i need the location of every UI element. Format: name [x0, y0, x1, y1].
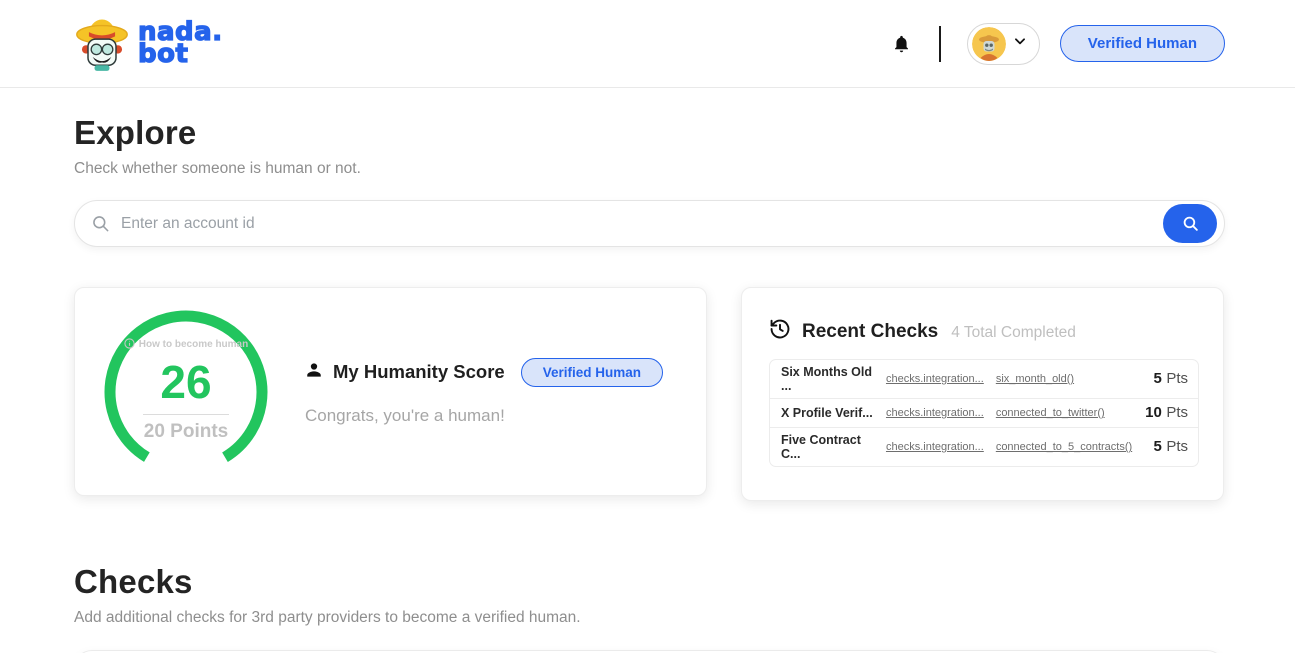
check-name: X Profile Verif... [770, 399, 880, 428]
explore-section: Explore Check whether someone is human o… [0, 114, 1295, 501]
verified-human-badge[interactable]: Verified Human [1060, 25, 1225, 62]
table-row: Five Contract C... checks.integration...… [770, 428, 1198, 466]
chevron-down-icon [1013, 34, 1027, 53]
checks-subtitle: Add additional checks for 3rd party prov… [74, 609, 1225, 627]
humanity-score-card: How to become human 26 20 Points My Huma… [74, 287, 707, 496]
score-divider [143, 414, 229, 415]
explore-subtitle: Check whether someone is human or not. [74, 160, 1225, 178]
sombrero-robot-icon [74, 11, 130, 76]
explore-title: Explore [74, 114, 1225, 152]
table-row: Six Months Old ... checks.integration...… [770, 360, 1198, 399]
score-ring: How to become human 26 20 Points [101, 307, 271, 477]
person-icon [305, 361, 323, 384]
recent-checks-total: 4 Total Completed [951, 324, 1076, 342]
check-points: 10 Pts [1138, 399, 1198, 428]
recent-checks-card: Recent Checks 4 Total Completed Six Mont… [741, 287, 1224, 501]
score-card-title: My Humanity Score [333, 361, 505, 383]
recent-checks-table: Six Months Old ... checks.integration...… [769, 359, 1199, 467]
avatar [972, 27, 1006, 61]
nadabot-logo[interactable]: nada. bot [74, 11, 223, 76]
check-points: 5 Pts [1138, 428, 1198, 466]
recent-checks-title: Recent Checks [802, 321, 938, 343]
check-function-link[interactable]: connected_to_5_contracts() [996, 441, 1132, 453]
account-id-input[interactable] [74, 200, 1225, 247]
checks-section: Checks Add additional checks for 3rd par… [0, 563, 1295, 653]
header-divider [939, 26, 941, 62]
how-to-become-human-link[interactable]: How to become human [124, 338, 248, 352]
logo-wordmark: nada. bot [138, 22, 223, 65]
check-function-link[interactable]: connected_to_twitter() [996, 407, 1105, 419]
info-icon [124, 338, 135, 352]
check-module-link[interactable]: checks.integration... [886, 407, 984, 419]
history-icon [769, 318, 791, 345]
check-name: Five Contract C... [770, 428, 880, 466]
table-row: X Profile Verif... checks.integration...… [770, 399, 1198, 428]
search-submit-button[interactable] [1163, 204, 1217, 243]
score-points-label: 20 Points [144, 421, 228, 443]
account-menu[interactable] [967, 23, 1040, 65]
verified-human-badge-small[interactable]: Verified Human [521, 358, 663, 387]
check-module-link[interactable]: checks.integration... [886, 373, 984, 385]
notifications-bell-icon[interactable] [888, 29, 915, 59]
search-icon [91, 214, 110, 233]
check-function-link[interactable]: six_month_old() [996, 373, 1074, 385]
account-search [74, 200, 1225, 247]
app-header: nada. bot [0, 0, 1295, 88]
checks-title: Checks [74, 563, 1225, 601]
check-points: 5 Pts [1138, 360, 1198, 399]
check-name: Six Months Old ... [770, 360, 880, 399]
check-module-link[interactable]: checks.integration... [886, 441, 984, 453]
score-message: Congrats, you're a human! [305, 406, 663, 426]
humanity-score-value: 26 [160, 359, 211, 405]
